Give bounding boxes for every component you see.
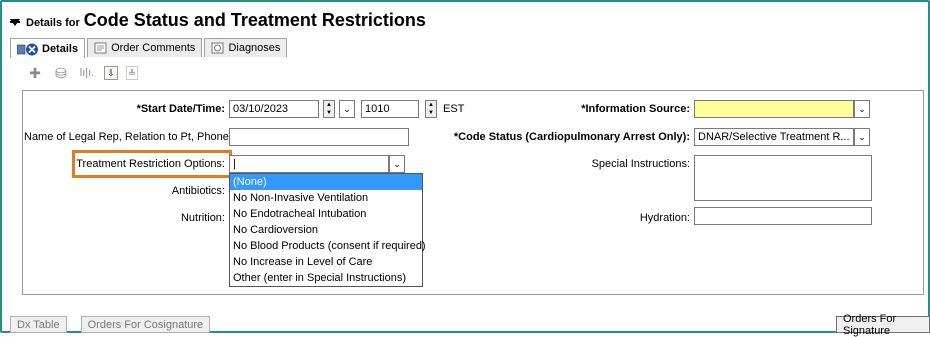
toolbar: ✚ ⛁ lı|ı. ⇩ ≚: [26, 66, 138, 80]
add-icon[interactable]: ✚: [26, 66, 44, 80]
title-prefix: Details for: [26, 17, 80, 29]
info-source-dropdown[interactable]: ⌄: [854, 100, 870, 118]
start-date-spinner[interactable]: ▲ ▼: [323, 100, 335, 118]
hydration-input[interactable]: [694, 207, 872, 225]
list-item[interactable]: No Increase in Level of Care: [230, 254, 422, 270]
list-item[interactable]: (None): [230, 174, 422, 190]
list-item[interactable]: No Non-Invasive Ventilation: [230, 190, 422, 206]
start-date-label: *Start Date/Time:: [136, 103, 225, 115]
tab-bar: Details Order Comments Diagnoses: [10, 38, 288, 58]
tab-details-label: Details: [42, 42, 79, 55]
start-date-input[interactable]: 03/10/2023: [229, 100, 319, 118]
treatment-options-list[interactable]: (None) No Non-Invasive Ventilation No En…: [229, 173, 426, 287]
start-time-input[interactable]: 1010: [361, 100, 419, 118]
hydration-label: Hydration:: [639, 212, 690, 224]
collapse-arrow-icon[interactable]: [10, 16, 22, 26]
copy-icon[interactable]: ⛁: [52, 66, 70, 80]
flag-icon[interactable]: ⇩: [104, 66, 118, 80]
diagnoses-tab-icon: [211, 42, 224, 54]
tab-order-comments[interactable]: Order Comments: [87, 38, 203, 57]
tab-order-comments-label: Order Comments: [111, 42, 196, 54]
code-status-input[interactable]: DNAR/Selective Treatment R...: [694, 128, 854, 146]
code-status-label: *Code Status (Cardiopulmonary Arrest Onl…: [453, 131, 690, 143]
bottom-bar: Dx Table Orders For Cosignature: [10, 316, 211, 333]
start-date-dropdown[interactable]: ⌄: [339, 100, 355, 118]
order-comments-tab-icon: [94, 42, 107, 54]
treatment-input[interactable]: |: [229, 155, 389, 173]
chevron-down-icon[interactable]: ≚: [126, 66, 138, 80]
orders-signature-button[interactable]: Orders For Signature: [836, 313, 930, 337]
chart-icon[interactable]: lı|ı.: [78, 66, 96, 80]
special-instructions-input[interactable]: [694, 155, 872, 201]
antibiotics-label: Antibiotics:: [171, 185, 225, 197]
list-item[interactable]: Other (enter in Special Instructions): [230, 270, 422, 286]
dx-table-button[interactable]: Dx Table: [10, 316, 67, 333]
details-tab-icon: [16, 43, 38, 55]
info-source-input[interactable]: [694, 100, 854, 118]
timezone-label: EST: [443, 103, 465, 115]
list-item[interactable]: No Endotracheal Intubation: [230, 206, 422, 222]
legal-rep-input[interactable]: [229, 128, 409, 146]
treatment-label: Treatment Restriction Options:: [76, 158, 225, 170]
page-title: Code Status and Treatment Restrictions: [83, 10, 426, 30]
special-instructions-label: Special Instructions:: [591, 158, 690, 170]
details-header: Details for Code Status and Treatment Re…: [10, 10, 426, 34]
list-item[interactable]: No Blood Products (consent if required): [230, 238, 426, 254]
tab-details[interactable]: Details: [10, 38, 86, 58]
tab-diagnoses-label: Diagnoses: [228, 42, 281, 54]
treatment-dropdown[interactable]: ⌄: [389, 155, 405, 173]
list-item[interactable]: No Cardioversion: [230, 222, 422, 238]
info-source-label: *Information Source:: [581, 103, 690, 115]
start-time-spinner[interactable]: ▲ ▼: [425, 100, 437, 118]
orders-cosignature-button[interactable]: Orders For Cosignature: [80, 316, 211, 333]
nutrition-label: Nutrition:: [180, 212, 225, 224]
tab-diagnoses[interactable]: Diagnoses: [204, 38, 288, 57]
code-status-dropdown[interactable]: ⌄: [854, 128, 870, 146]
legal-rep-label: Name of Legal Rep, Relation to Pt, Phone…: [24, 131, 232, 143]
